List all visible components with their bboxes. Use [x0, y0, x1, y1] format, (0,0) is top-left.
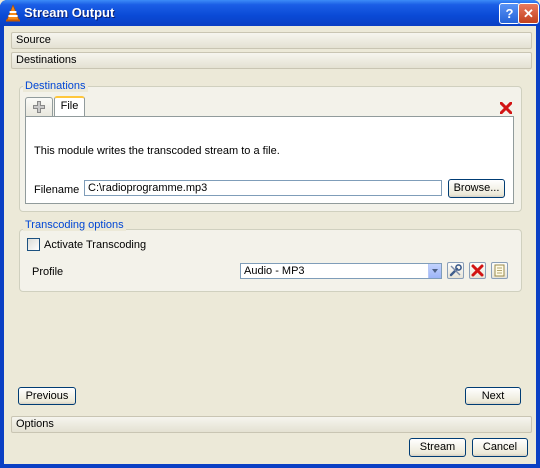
help-button[interactable]: ?: [499, 3, 520, 24]
browse-button[interactable]: Browse...: [448, 179, 505, 198]
plus-icon: [33, 101, 45, 113]
activate-transcoding-checkbox[interactable]: [27, 238, 40, 251]
red-x-icon: [471, 264, 484, 277]
tab-file[interactable]: File: [54, 96, 85, 117]
profile-select[interactable]: Audio - MP3: [240, 263, 442, 279]
destinations-section-header[interactable]: Destinations: [11, 52, 532, 69]
stream-output-window: Stream Output ? ✕ Source Destinations De…: [0, 0, 540, 468]
wrench-icon: [449, 264, 462, 277]
window-title: Stream Output: [24, 5, 115, 20]
options-section-header[interactable]: Options: [11, 416, 532, 433]
title-bar[interactable]: Stream Output ? ✕: [0, 0, 540, 26]
module-description: This module writes the transcoded stream…: [34, 145, 280, 157]
edit-profile-button[interactable]: [447, 262, 464, 279]
profile-select-value: Audio - MP3: [244, 265, 305, 277]
chevron-down-icon[interactable]: [428, 264, 441, 278]
source-section-header[interactable]: Source: [11, 32, 532, 49]
destinations-group-title: Destinations: [23, 80, 88, 92]
vlc-cone-icon: [6, 4, 20, 22]
close-button[interactable]: ✕: [518, 3, 539, 24]
next-button[interactable]: Next: [465, 387, 521, 405]
previous-button[interactable]: Previous: [18, 387, 76, 405]
transcoding-group-title: Transcoding options: [23, 219, 126, 231]
dialog-body: Source Destinations Destinations File Th…: [4, 26, 536, 464]
new-profile-button[interactable]: [491, 262, 508, 279]
stream-button[interactable]: Stream: [409, 438, 466, 457]
cancel-button[interactable]: Cancel: [472, 438, 528, 457]
remove-destination-icon[interactable]: [500, 102, 512, 114]
new-profile-icon: [494, 264, 505, 277]
file-tab-panel: This module writes the transcoded stream…: [25, 116, 514, 204]
delete-profile-button[interactable]: [469, 262, 486, 279]
add-destination-tab[interactable]: [25, 97, 53, 117]
filename-input[interactable]: C:\radioprogramme.mp3: [84, 180, 442, 196]
activate-transcoding-label: Activate Transcoding: [44, 239, 147, 251]
profile-label: Profile: [32, 266, 64, 278]
filename-label: Filename: [34, 184, 80, 196]
